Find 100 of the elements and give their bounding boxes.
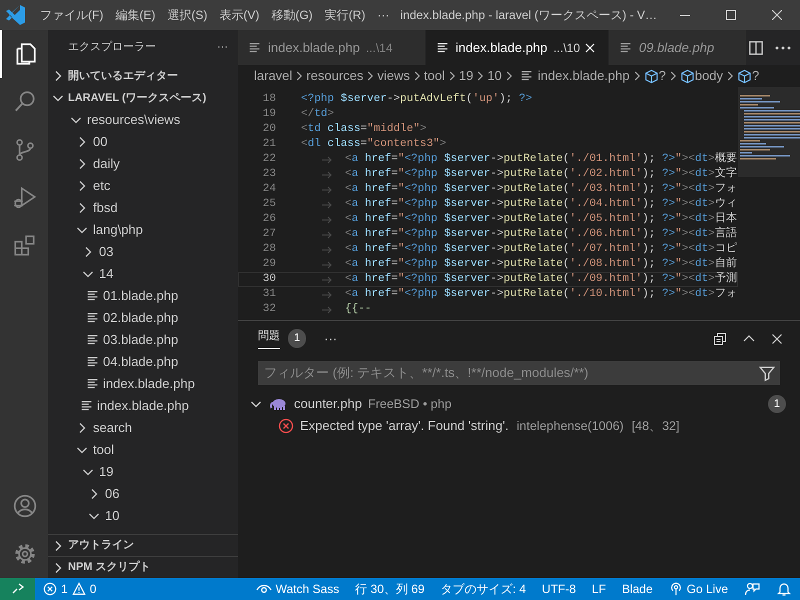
file-lines-icon <box>619 40 633 54</box>
filter-icon[interactable] <box>758 364 776 382</box>
breadcrumb-item[interactable]: views <box>377 66 410 86</box>
file-name: counter.php <box>294 395 362 414</box>
problems-status-button[interactable]: 1 0 <box>35 578 104 600</box>
section-header[interactable]: 開いているエディター <box>48 65 238 87</box>
line-number: 18 <box>262 92 276 108</box>
status-item[interactable]: タブのサイズ: 4 <box>432 578 534 600</box>
code-line: <?php $server->putAdvLeft('up'); ?> <box>301 92 532 108</box>
breadcrumb-item[interactable]: ? <box>752 66 760 86</box>
menu-item[interactable]: ファイル(F) <box>34 6 110 24</box>
elephant-icon <box>270 397 288 411</box>
code-line: <td class="middle"> <box>301 122 426 138</box>
tree-item[interactable]: fbsd <box>48 197 238 219</box>
code-line: <a href="<?php $server->putRelate('./04.html'); ?>"><dt>ウィ <box>345 196 737 212</box>
code-line: </td> <box>301 107 334 122</box>
breadcrumb-item[interactable]: ? <box>658 66 666 86</box>
file-path: FreeBSD • php <box>368 396 452 413</box>
tree-item[interactable]: index.blade.php <box>48 373 238 395</box>
account-icon <box>12 493 38 519</box>
line-number: 29 <box>262 257 276 272</box>
menu-item[interactable]: 表示(V) <box>213 6 266 24</box>
menu-item[interactable]: 編集(E) <box>109 6 162 24</box>
breadcrumb-item[interactable]: index.blade.php <box>538 66 630 86</box>
more-menu-button[interactable]: ··· <box>371 6 396 24</box>
problem-location: [48、32] <box>632 418 680 435</box>
tree-item[interactable]: search <box>48 417 238 439</box>
more-actions-button[interactable]: ··· <box>217 39 228 56</box>
menu-item[interactable]: 実行(R) <box>318 6 372 24</box>
breadcrumb-item[interactable]: laravel <box>254 66 292 86</box>
tree-item[interactable]: resources\views <box>48 109 238 131</box>
cube-icon <box>737 68 752 84</box>
file-lines-icon <box>436 40 450 54</box>
go-live-button[interactable]: Go Live <box>660 578 736 600</box>
panel-tab[interactable]: 問題 <box>258 328 280 349</box>
filter-field[interactable]: フィルター (例: テキスト、**/*.ts、!**/node_modules/**) <box>258 361 780 385</box>
tree-item[interactable]: daily <box>48 153 238 175</box>
section-header[interactable]: LARAVEL (ワークスペース) <box>48 87 238 109</box>
line-number: 28 <box>262 242 276 258</box>
error-icon <box>278 418 294 434</box>
editor-tab[interactable]: 09.blade.php <box>609 30 748 65</box>
tree-item[interactable]: 00 <box>48 131 238 153</box>
sidebar-title: エクスプローラー <box>68 40 156 56</box>
menu-item[interactable]: 選択(S) <box>161 6 214 24</box>
status-item[interactable]: LF <box>584 578 614 600</box>
editor-tab[interactable]: index.blade.php ...\14 <box>238 30 426 65</box>
tree-item[interactable]: 04.blade.php <box>48 351 238 373</box>
tree-item[interactable]: 19 <box>48 461 238 483</box>
breadcrumb-item[interactable]: tool <box>424 66 445 86</box>
restore-panel-icon <box>712 330 728 346</box>
file-lines-icon <box>520 69 534 83</box>
eye-icon <box>256 582 272 596</box>
code-line: <a href="<?php $server->putRelate('./02.html'); ?>"><dt>文字 <box>345 166 737 182</box>
status-item[interactable]: Blade <box>614 578 661 600</box>
tree-item[interactable]: 03.blade.php <box>48 329 238 351</box>
line-number: 30 <box>262 272 276 288</box>
close-icon <box>772 10 782 20</box>
window-title: index.blade.php - laravel (ワークスペース) - V… <box>399 7 658 24</box>
line-number: 19 <box>262 107 276 122</box>
line-number: 27 <box>262 227 276 242</box>
editor-tab[interactable]: index.blade.php ...\10 <box>426 30 609 65</box>
tree-item[interactable]: tool <box>48 439 238 461</box>
split-editor-icon[interactable] <box>747 38 766 56</box>
cube-icon <box>680 68 695 84</box>
watch-sass-button[interactable]: Watch Sass <box>248 578 348 600</box>
tree-item[interactable]: 14 <box>48 263 238 285</box>
count-badge: 1 <box>288 329 306 348</box>
file-lines-icon <box>248 40 262 54</box>
breadcrumb-item[interactable]: 19 <box>458 66 474 86</box>
status-item[interactable]: 行 30、列 69 <box>347 578 433 600</box>
file-lines-icon <box>86 355 100 369</box>
code-line: <a href="<?php $server->putRelate('./10.html'); ?>"><dt>フォ <box>345 287 737 302</box>
line-number: 23 <box>262 167 276 182</box>
tree-item[interactable]: lang\php <box>48 219 238 241</box>
tree-item[interactable]: 02.blade.php <box>48 307 238 329</box>
tree-item[interactable]: etc <box>48 175 238 197</box>
code-line: <a href="<?php $server->putRelate('./07.html'); ?>"><dt>コピ <box>345 241 737 257</box>
file-lines-icon <box>86 333 100 347</box>
problem-row[interactable]: Expected type 'array'. Found 'string'. intelephense(1006) [48、32] <box>238 415 800 437</box>
code-line: <dl class="contents3"> <box>301 137 446 152</box>
tree-item[interactable]: 10 <box>48 505 238 527</box>
tree-item[interactable]: index.blade.php <box>48 395 238 417</box>
more-actions-button[interactable]: ··· <box>324 328 338 348</box>
maximize-icon <box>726 10 736 20</box>
line-number: 21 <box>262 137 276 152</box>
line-number: 22 <box>262 152 276 168</box>
remote-button[interactable] <box>0 578 35 600</box>
code-line: <a href="<?php $server->putRelate('./08.html'); ?>"><dt>自前 <box>345 256 737 272</box>
line-number: 26 <box>262 212 276 228</box>
menu-item[interactable]: 移動(G) <box>265 6 319 24</box>
status-item[interactable]: UTF-8 <box>534 578 584 600</box>
tree-item[interactable]: 01.blade.php <box>48 285 238 307</box>
breadcrumb-item[interactable]: 10 <box>487 66 502 86</box>
code-line: <a href="<?php $server->putRelate('./09.html'); ?>"><dt>予測 <box>345 271 737 288</box>
line-number: 31 <box>262 287 276 302</box>
breadcrumb-item[interactable]: body <box>694 66 724 86</box>
tree-item[interactable]: 03 <box>48 241 238 263</box>
tree-item[interactable]: 06 <box>48 483 238 505</box>
problem-group-row[interactable]: counter.php FreeBSD • php 1 <box>238 393 800 415</box>
breadcrumb-item[interactable]: resources <box>306 66 364 86</box>
